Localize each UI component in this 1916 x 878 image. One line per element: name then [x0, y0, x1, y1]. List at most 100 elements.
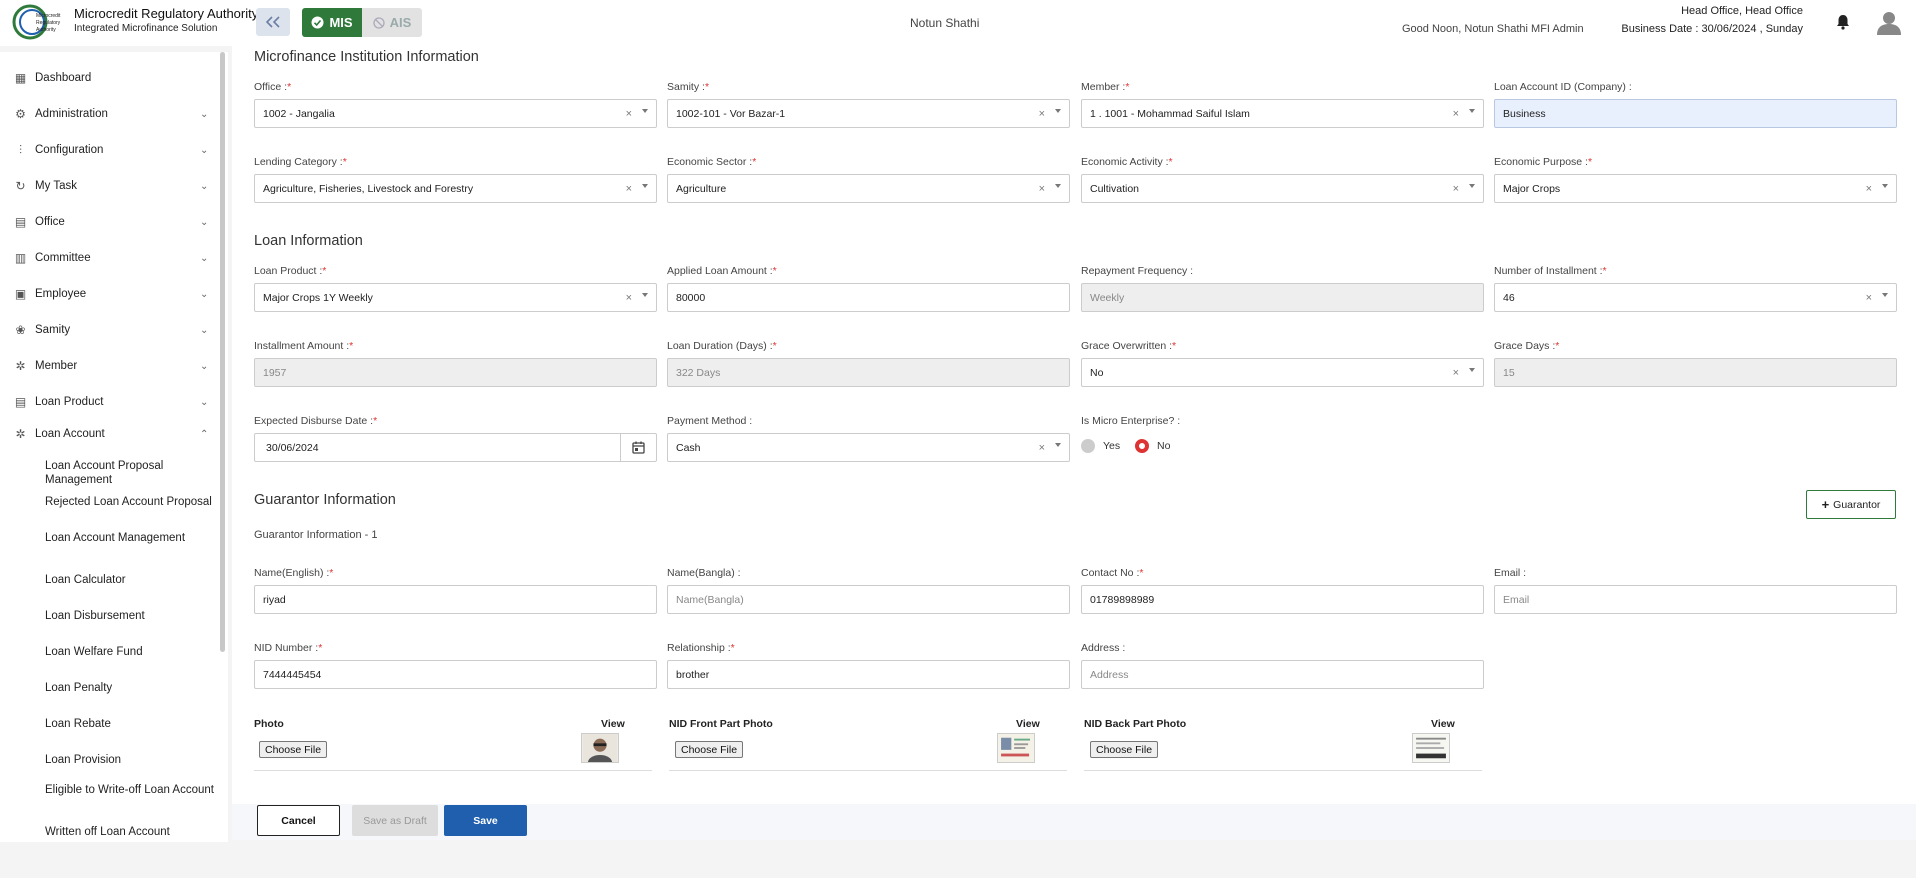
- loan-product-select[interactable]: Major Crops 1Y Weekly ×: [254, 283, 657, 312]
- mis-button[interactable]: MIS: [302, 8, 362, 37]
- member-select[interactable]: 1 . 1001 - Mohammad Saiful Islam ×: [1081, 99, 1484, 128]
- user-avatar-icon[interactable]: [1876, 9, 1902, 35]
- cancel-button[interactable]: Cancel: [257, 805, 340, 836]
- sidebar-subitem-loan-disbursement[interactable]: Loan Disbursement: [45, 609, 215, 623]
- micro-enterprise-no-radio[interactable]: [1135, 439, 1149, 453]
- clear-icon[interactable]: ×: [1039, 108, 1045, 120]
- nid-front-choose-file-button[interactable]: Choose File: [675, 741, 744, 758]
- guarantor-subtitle: Guarantor Information - 1: [254, 529, 378, 541]
- add-guarantor-button[interactable]: + Guarantor: [1806, 490, 1896, 519]
- clear-icon[interactable]: ×: [1039, 442, 1045, 454]
- sidebar-subitem-loan-provision[interactable]: Loan Provision: [45, 753, 215, 767]
- clear-icon[interactable]: ×: [626, 108, 632, 120]
- sidebar-item-member[interactable]: ✲ Member ⌄: [0, 354, 218, 378]
- clear-icon[interactable]: ×: [626, 183, 632, 195]
- clear-icon[interactable]: ×: [1866, 183, 1872, 195]
- clear-icon[interactable]: ×: [626, 292, 632, 304]
- guarantor-relationship-input[interactable]: brother: [667, 660, 1070, 689]
- save-as-draft-button[interactable]: Save as Draft: [352, 805, 438, 836]
- economic-activity-value: Cultivation: [1090, 182, 1140, 195]
- sidebar-subitem-loan-welfare-fund[interactable]: Loan Welfare Fund: [45, 645, 215, 659]
- installments-select[interactable]: 46 ×: [1494, 283, 1897, 312]
- micro-enterprise-label: Is Micro Enterprise? :: [1081, 415, 1181, 427]
- nid-back-choose-file-button[interactable]: Choose File: [1090, 741, 1159, 758]
- grace-overwritten-select[interactable]: No ×: [1081, 358, 1484, 387]
- sidebar-item-loan-product[interactable]: ▤ Loan Product ⌄: [0, 390, 218, 414]
- installments-label: Number of Installment :*: [1494, 265, 1607, 277]
- clear-icon[interactable]: ×: [1039, 183, 1045, 195]
- loan-duration-label: Loan Duration (Days) :*: [667, 340, 777, 352]
- lending-category-select[interactable]: Agriculture, Fisheries, Livestock and Fo…: [254, 174, 657, 203]
- photo-choose-file-button[interactable]: Choose File: [259, 741, 328, 758]
- economic-purpose-select[interactable]: Major Crops ×: [1494, 174, 1897, 203]
- chevron-down-icon: ⌄: [200, 109, 209, 120]
- economic-sector-value: Agriculture: [676, 182, 727, 195]
- nid-back-view-link[interactable]: View: [1431, 718, 1455, 730]
- sidebar-subitem-loan-penalty[interactable]: Loan Penalty: [45, 681, 215, 695]
- sidebar-item-samity[interactable]: ❀ Samity ⌄: [0, 318, 218, 342]
- sidebar-item-administration[interactable]: ⚙ Administration ⌄: [0, 102, 218, 126]
- guarantor-address-input[interactable]: Address: [1081, 660, 1484, 689]
- guarantor-nid-value: 7444445454: [263, 668, 322, 681]
- samity-select[interactable]: 1002-101 - Vor Bazar-1 ×: [667, 99, 1070, 128]
- save-button[interactable]: Save: [444, 805, 527, 836]
- micro-enterprise-yes-radio[interactable]: [1081, 439, 1095, 453]
- economic-sector-select[interactable]: Agriculture ×: [667, 174, 1070, 203]
- building-icon: ▤: [14, 214, 27, 229]
- sidebar-subitem-account-management[interactable]: Loan Account Management: [45, 531, 215, 545]
- sidebar-subitem-loan-calculator[interactable]: Loan Calculator: [45, 573, 215, 587]
- loan-section-title: Loan Information: [254, 233, 363, 249]
- photo-label: Photo: [254, 718, 284, 730]
- sidebar-subitem-loan-rebate[interactable]: Loan Rebate: [45, 717, 215, 731]
- sidebar-subitem-rejected-proposal[interactable]: Rejected Loan Account Proposal: [45, 495, 215, 509]
- sidebar-item-loan-account[interactable]: ✲ Loan Account ⌃: [0, 422, 218, 446]
- sidebar-item-dashboard[interactable]: ▦ Dashboard: [0, 66, 218, 90]
- economic-activity-select[interactable]: Cultivation ×: [1081, 174, 1484, 203]
- sidebar-item-configuration[interactable]: ⫶ Configuration ⌄: [0, 138, 218, 162]
- guarantor-name-bn-input[interactable]: Name(Bangla): [667, 585, 1070, 614]
- svg-text:Microcredit: Microcredit: [36, 13, 61, 19]
- clear-icon[interactable]: ×: [1453, 108, 1459, 120]
- sidebar-subitem-eligible-write-off[interactable]: Eligible to Write-off Loan Account: [45, 783, 215, 797]
- grace-days-input: 15: [1494, 358, 1897, 387]
- samity-value: 1002-101 - Vor Bazar-1: [676, 107, 786, 120]
- sidebar-item-office[interactable]: ▤ Office ⌄: [0, 210, 218, 234]
- office-select[interactable]: 1002 - Jangalia ×: [254, 99, 657, 128]
- sidebar-subitem-written-off[interactable]: Written off Loan Account: [45, 825, 215, 839]
- mfi-section-title: Microfinance Institution Information: [254, 49, 479, 65]
- photo-view-link[interactable]: View: [601, 718, 625, 730]
- loan-duration-input: 322 Days: [667, 358, 1070, 387]
- guarantor-name-bn-placeholder: Name(Bangla): [676, 593, 744, 606]
- payment-method-select[interactable]: Cash ×: [667, 433, 1070, 462]
- guarantor-nid-input[interactable]: 7444445454: [254, 660, 657, 689]
- clear-icon[interactable]: ×: [1453, 367, 1459, 379]
- loan-account-id-input[interactable]: Business: [1494, 99, 1897, 128]
- micro-enterprise-no-label: No: [1157, 440, 1171, 452]
- document-icon: ▥: [14, 250, 27, 265]
- collapse-sidebar-button[interactable]: [256, 8, 290, 36]
- ais-button[interactable]: AIS: [362, 8, 422, 37]
- sidebar-subitem-proposal-management[interactable]: Loan Account Proposal Management: [45, 459, 215, 487]
- nid-back-label: NID Back Part Photo: [1084, 718, 1187, 730]
- chevron-down-icon: ⌄: [200, 253, 209, 264]
- applied-amount-input[interactable]: 80000: [667, 283, 1070, 312]
- sidebar-item-label: Samity: [35, 324, 71, 336]
- nid-front-view-link[interactable]: View: [1016, 718, 1040, 730]
- sidebar-scrollbar[interactable]: [220, 52, 225, 652]
- group-icon: ❀: [15, 322, 26, 337]
- ban-icon: [373, 16, 385, 29]
- calendar-button[interactable]: [620, 434, 656, 461]
- sidebar-item-label: Administration: [35, 108, 108, 120]
- sidebar-item-my-task[interactable]: ↻ My Task ⌄: [0, 174, 218, 198]
- sidebar-item-employee[interactable]: ▣ Employee ⌄: [0, 282, 218, 306]
- guarantor-email-placeholder: Email: [1503, 593, 1530, 606]
- bell-icon[interactable]: [1836, 14, 1850, 30]
- guarantor-email-input[interactable]: Email: [1494, 585, 1897, 614]
- clear-icon[interactable]: ×: [1866, 292, 1872, 304]
- guarantor-name-en-input[interactable]: riyad: [254, 585, 657, 614]
- sidebar-item-committee[interactable]: ▥ Committee ⌄: [0, 246, 218, 270]
- disburse-date-input[interactable]: 30/06/2024: [254, 433, 657, 462]
- guarantor-contact-input[interactable]: 01789898989: [1081, 585, 1484, 614]
- clear-icon[interactable]: ×: [1453, 183, 1459, 195]
- nid-front-thumbnail: [997, 733, 1035, 763]
